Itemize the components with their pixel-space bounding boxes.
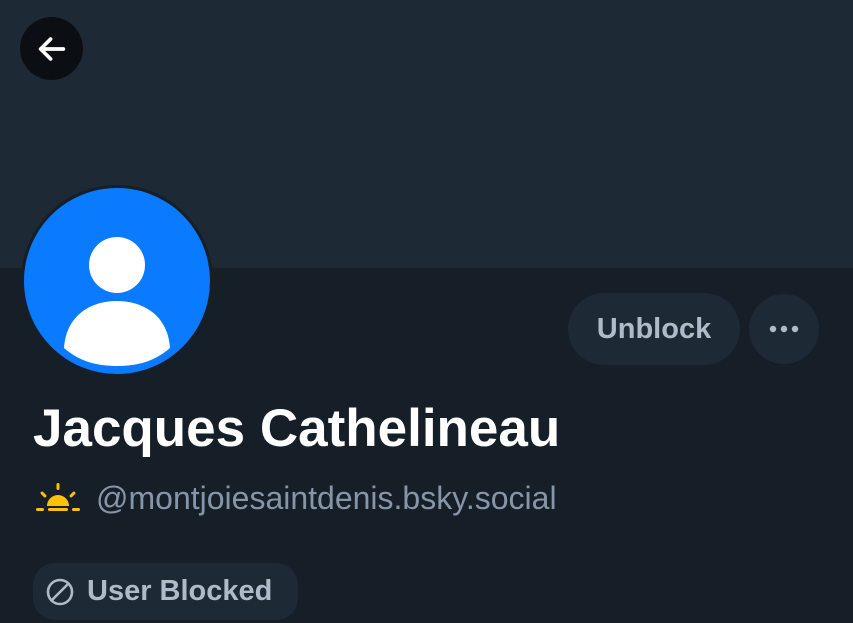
ban-icon	[46, 578, 74, 605]
ellipsis-icon	[769, 325, 799, 333]
user-blocked-label: User Blocked	[87, 575, 273, 607]
arrow-left-icon	[38, 36, 65, 61]
default-user-avatar-icon	[24, 188, 210, 374]
back-button[interactable]	[20, 17, 83, 80]
profile-handle-row: @montjoiesaintdenis.bsky.social	[36, 476, 557, 520]
unblock-button[interactable]: Unblock	[568, 293, 740, 365]
unblock-button-label: Unblock	[596, 312, 712, 345]
profile-handle: @montjoiesaintdenis.bsky.social	[96, 480, 557, 516]
user-blocked-badge: User Blocked	[33, 563, 298, 620]
profile-page: Unblock Jacques Cathelineau @montjoiesai…	[0, 0, 853, 623]
more-options-button[interactable]	[749, 294, 819, 364]
profile-display-name: Jacques Cathelineau	[33, 399, 561, 458]
avatar[interactable]	[21, 185, 213, 377]
sunrise-emoji-icon	[36, 483, 80, 511]
